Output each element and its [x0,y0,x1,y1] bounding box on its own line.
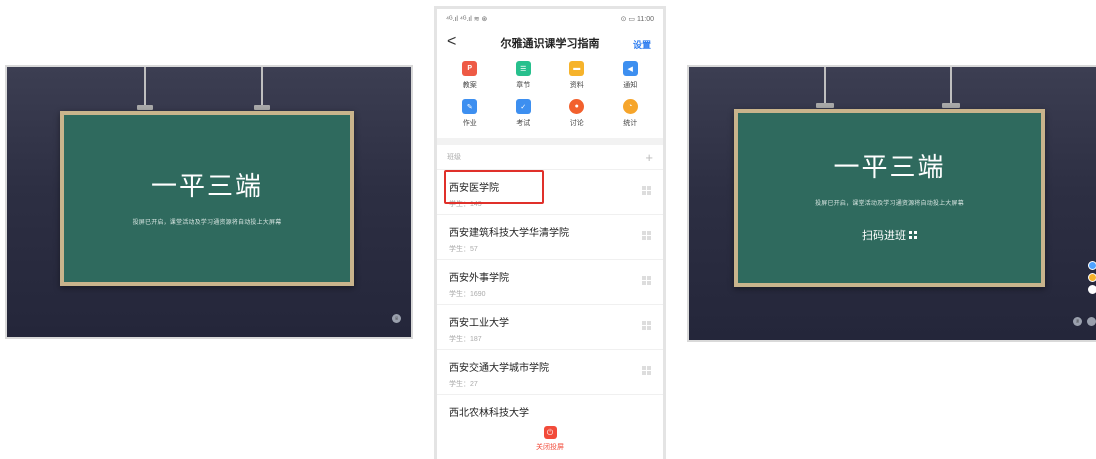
page-title: 尔雅通识课学习指南 [500,38,600,50]
nav-bar: < 尔雅通识课学习指南 设置 [437,29,663,57]
board-subtitle: 投屏已开启，课堂活动及学习通资源将自动投上大屏幕 [815,201,964,207]
hanging-wire [144,67,146,109]
student-count: 学生：143 [449,201,482,208]
hanging-wire [261,67,263,109]
hanging-wire [824,67,826,107]
status-bar: ⁴ᴳ.ıl ⁴ᴳ.ıl ≋ ⊛ ⊙ ▭ 11:00 [437,9,663,29]
class-row[interactable]: 西安外事学院 学生：1690 [437,259,663,304]
qr-code-icon[interactable] [642,276,651,285]
feature-discussion[interactable]: ● 讨论 [550,99,604,128]
student-count: 学生：57 [449,246,478,253]
qr-code-icon [909,231,917,239]
section-divider [437,138,663,145]
speaker-icon: ◀ [622,61,638,76]
class-name: 西安工业大学 [449,318,509,329]
class-section-header: 班级 + [437,145,663,169]
chat-bubble-icon: ● [569,99,585,114]
pie-chart-icon: ◔ [622,99,638,114]
feature-label: 统计 [623,120,638,127]
class-row[interactable]: 西安交通大学城市学院 学生：27 [437,349,663,394]
board-title: 一平三端 [833,152,946,182]
board-clamp [816,103,834,108]
lesson-plan-icon: P [462,61,478,76]
hanging-wire [950,67,952,107]
board-title: 一平三端 [150,170,263,201]
class-row[interactable]: 西安医学院 学生：143 [437,169,663,214]
power-icon: ⏻ [543,426,557,439]
stop-projection-label: 关闭投屏 [536,444,564,451]
chalkboard: 一平三端 投屏已开启，课堂活动及学习通资源将自动投上大屏幕 扫码进班 [734,109,1045,287]
qr-code-icon[interactable] [642,186,651,195]
feature-exam[interactable]: ✓ 考试 [497,99,551,128]
feature-statistics[interactable]: ◔ 统计 [604,99,658,128]
chalkboard: 一平三端 投屏已开启，课堂活动及学习通资源将自动投上大屏幕 [60,111,354,286]
add-class-icon[interactable]: + [645,150,653,165]
screen-control-button[interactable]: 设 [392,314,401,323]
screen-control-button-2[interactable] [1087,317,1096,326]
board-clamp [137,105,153,110]
feature-label: 讨论 [569,120,584,127]
board-clamp [942,103,960,108]
back-icon[interactable]: < [447,33,456,51]
homework-icon: ✎ [462,99,478,114]
class-name: 西北农林科技大学 [449,408,529,419]
signal-wifi-icons: ⁴ᴳ.ıl ⁴ᴳ.ıl ≋ ⊛ [446,16,488,23]
stop-projection-button[interactable]: ⏻ 关闭投屏 [437,419,663,459]
feature-label: 教案 [462,82,477,89]
feature-label: 通知 [623,82,638,89]
feature-label: 作业 [462,120,477,127]
floating-tool-icon[interactable] [1088,261,1096,270]
feature-chapters[interactable]: ☰ 章节 [497,61,551,90]
feature-label: 考试 [516,120,531,127]
qr-code-icon[interactable] [642,366,651,375]
class-name: 西安交通大学城市学院 [449,363,549,374]
feature-label: 章节 [516,82,531,89]
feature-lesson-plan[interactable]: P 教案 [443,61,497,90]
board-subtitle: 投屏已开启，课堂活动及学习通资源将自动投上大屏幕 [132,219,282,226]
student-count: 学生：187 [449,336,482,343]
feature-notice[interactable]: ◀ 通知 [604,61,658,90]
screen-control-button[interactable]: 退 [1073,317,1082,326]
feature-grid: P 教案 ☰ 章节 ▬ 资料 ◀ 通知 ✎ 作业 ✓ 考试 ● 讨论 ◔ 统计 [437,57,663,128]
folder-icon: ▬ [569,61,585,76]
feature-label: 资料 [569,82,584,89]
chapters-icon: ☰ [515,61,531,76]
section-label: 班级 [447,154,461,161]
student-count: 学生：1690 [449,291,486,298]
floating-tool-icon[interactable] [1088,285,1096,294]
scan-to-join-label: 扫码进班 [862,230,906,242]
qr-code-icon[interactable] [642,231,651,240]
class-row[interactable]: 西安工业大学 学生：187 [437,304,663,349]
student-count: 学生：27 [449,381,478,388]
left-projection-screen: 一平三端 投屏已开启，课堂活动及学习通资源将自动投上大屏幕 设 [7,67,411,337]
class-row[interactable]: 西安建筑科技大学华清学院 学生：57 [437,214,663,259]
board-clamp [254,105,270,110]
scan-to-join[interactable]: 扫码进班 [862,227,917,243]
phone-app: ⁴ᴳ.ıl ⁴ᴳ.ıl ≋ ⊛ ⊙ ▭ 11:00 < 尔雅通识课学习指南 设置… [437,9,663,459]
feature-homework[interactable]: ✎ 作业 [443,99,497,128]
feature-materials[interactable]: ▬ 资料 [550,61,604,90]
right-projection-screen: 一平三端 投屏已开启，课堂活动及学习通资源将自动投上大屏幕 扫码进班 退 [689,67,1096,340]
class-name: 西安医学院 [449,183,499,194]
battery-time: ⊙ ▭ 11:00 [620,16,654,23]
qr-code-icon[interactable] [642,321,651,330]
class-name: 西安外事学院 [449,273,509,284]
class-name: 西安建筑科技大学华清学院 [449,228,569,239]
exam-icon: ✓ [515,99,531,114]
floating-tool-icon[interactable] [1088,273,1096,282]
settings-button[interactable]: 设置 [633,38,651,51]
